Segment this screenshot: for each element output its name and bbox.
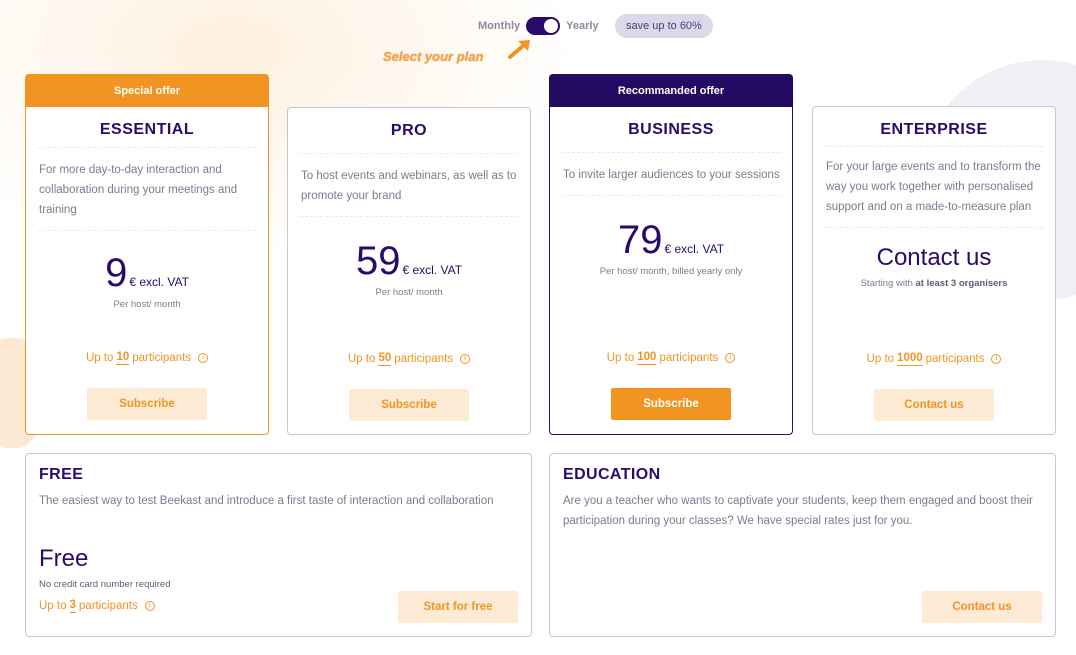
no-credit-card-note: No credit card number required — [39, 579, 171, 590]
info-icon[interactable]: i — [460, 354, 471, 364]
plan-description: To host events and webinars, as well as … — [301, 170, 517, 202]
participants-limit: Up to 10 participants i — [26, 351, 268, 365]
plan-description: Are you a teacher who wants to captivate… — [563, 495, 1033, 527]
contact-us-button[interactable]: Contact us — [922, 591, 1042, 623]
starting-prefix: Starting with — [860, 278, 913, 289]
price-amount: 79 — [617, 218, 663, 262]
select-plan-hint: Select your plan — [383, 49, 484, 64]
billing-switch[interactable] — [526, 17, 561, 35]
info-icon[interactable]: i — [991, 354, 1002, 364]
special-offer-ribbon: Special offer — [25, 74, 269, 108]
participants-suffix: participants — [394, 353, 454, 365]
participants-limit: Up to 100 participants i — [550, 351, 792, 365]
subscribe-button[interactable]: Subscribe — [87, 388, 207, 420]
price: 9 € excl. VAT — [26, 251, 268, 295]
participants-limit: Up to 50 participants i — [288, 352, 530, 366]
plan-name: BUSINESS — [628, 121, 714, 138]
participants-count: 100 — [637, 351, 657, 365]
yearly-label[interactable]: Yearly — [566, 20, 598, 32]
price-period: Per host/ month — [113, 299, 181, 310]
price-free: Free — [39, 545, 89, 572]
info-icon[interactable]: i — [144, 601, 155, 611]
price-unit: € excl. VAT — [129, 275, 189, 289]
monthly-label[interactable]: Monthly — [478, 20, 520, 32]
plan-name: FREE — [39, 466, 84, 483]
participants-count: 50 — [378, 352, 392, 366]
billing-toggle: Monthly Yearly — [478, 14, 599, 38]
subscribe-button[interactable]: Subscribe — [349, 389, 469, 421]
plan-description: To invite larger audiences to your sessi… — [563, 169, 780, 181]
divider — [825, 227, 1043, 228]
subscribe-button[interactable]: Subscribe — [611, 388, 731, 420]
plan-card-business: BUSINESS To invite larger audiences to y… — [549, 107, 793, 435]
participants-limit: Up to 3 participants i — [39, 599, 155, 613]
switch-knob — [544, 19, 559, 33]
participants-prefix: Up to — [347, 353, 376, 365]
plan-description: For more day-to-day interaction and coll… — [39, 164, 238, 216]
price-unit: € excl. VAT — [402, 263, 463, 277]
plan-card-essential: ESSENTIAL For more day-to-day interactio… — [25, 107, 269, 435]
participants-suffix: participants — [925, 353, 985, 365]
start-for-free-button[interactable]: Start for free — [398, 591, 518, 623]
plan-name: PRO — [390, 122, 428, 139]
participants-count: 1000 — [897, 352, 923, 366]
price-amount: 9 — [105, 251, 128, 295]
price-period: Per host/ month — [375, 287, 443, 298]
plan-card-education: EDUCATION Are you a teacher who wants to… — [549, 453, 1056, 637]
info-icon[interactable]: i — [725, 353, 736, 363]
price-contact: Contact us — [876, 244, 992, 271]
participants-count: 3 — [69, 599, 76, 613]
info-icon[interactable]: i — [198, 353, 209, 363]
price-amount: 59 — [355, 239, 401, 283]
plan-name: EDUCATION — [563, 466, 661, 483]
starting-note: Starting with at least 3 organisers — [813, 278, 1055, 289]
plan-description: The easiest way to test Beekast and intr… — [39, 495, 494, 507]
save-badge: save up to 60% — [615, 14, 713, 38]
participants-prefix: Up to — [866, 353, 895, 365]
participants-count: 10 — [116, 351, 130, 365]
price: 79 € excl. VAT — [550, 218, 792, 262]
participants-limit: Up to 1000 participants i — [813, 352, 1055, 366]
plan-name: ENTERPRISE — [880, 121, 988, 138]
price: 59 € excl. VAT — [288, 239, 530, 283]
plan-card-free: FREE The easiest way to test Beekast and… — [25, 453, 532, 637]
price-period: Per host/ month, billed yearly only — [599, 266, 743, 277]
plan-name: ESSENTIAL — [99, 121, 195, 138]
participants-prefix: Up to — [39, 600, 67, 612]
plan-card-pro: PRO To host events and webinars, as well… — [287, 107, 531, 435]
participants-prefix: Up to — [85, 352, 114, 364]
recommended-offer-ribbon: Recommanded offer — [549, 74, 793, 108]
participants-suffix: participants — [78, 600, 138, 612]
plan-description: For your large events and to transform t… — [826, 161, 1041, 213]
participants-suffix: participants — [132, 352, 192, 364]
plan-card-enterprise: ENTERPRISE For your large events and to … — [812, 106, 1056, 435]
contact-us-button[interactable]: Contact us — [874, 389, 994, 421]
participants-suffix: participants — [659, 352, 719, 364]
price-unit: € excl. VAT — [664, 242, 725, 256]
starting-bold: at least 3 organisers — [915, 278, 1008, 289]
participants-prefix: Up to — [606, 352, 635, 364]
arrow-up-right-icon — [508, 40, 530, 59]
